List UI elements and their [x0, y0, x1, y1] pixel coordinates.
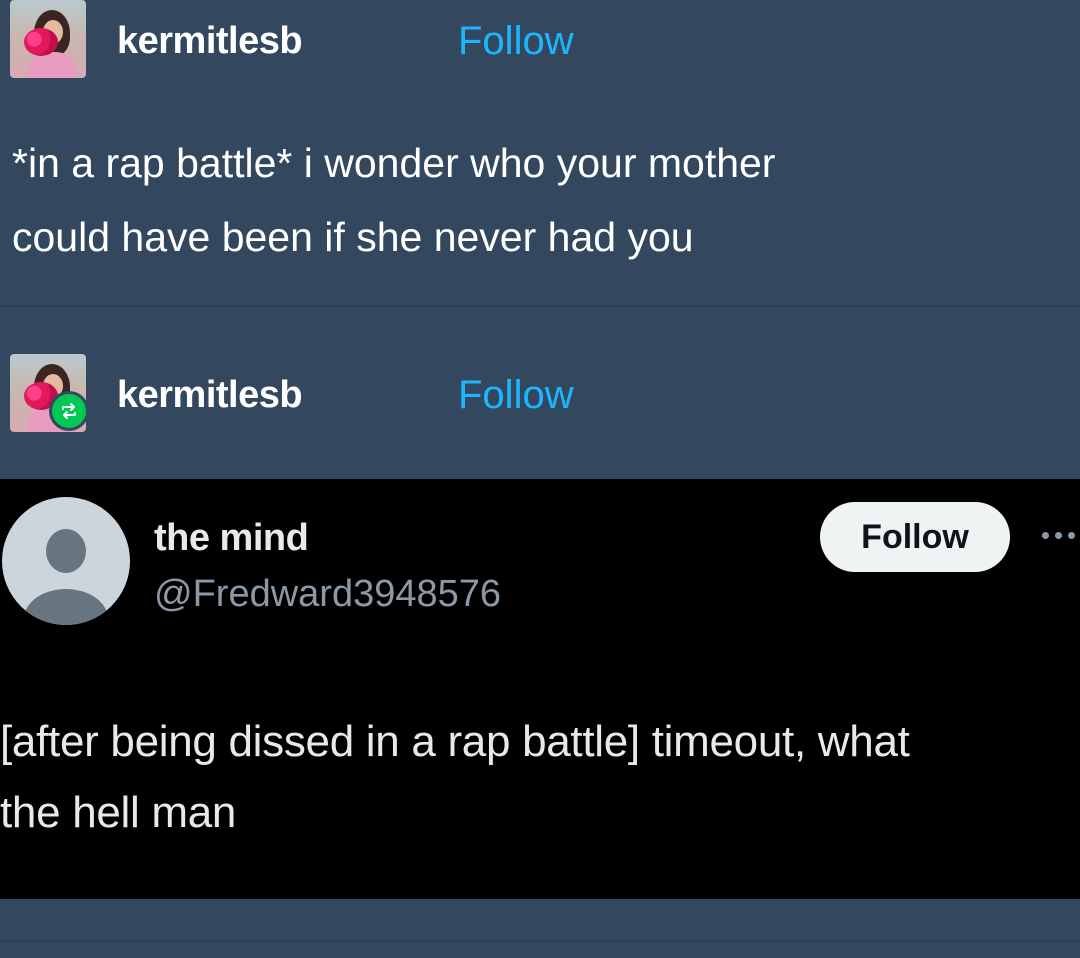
follow-button[interactable]: Follow: [458, 373, 574, 418]
avatar-flowers: [24, 28, 58, 56]
tweet-handle[interactable]: @Fredward3948576: [154, 573, 501, 616]
tweet-text: [after being dissed in a rap battle] tim…: [0, 706, 1078, 848]
follow-button[interactable]: Follow: [458, 19, 574, 64]
username[interactable]: kermitlesb: [117, 20, 303, 63]
reblog-icon: [49, 391, 89, 431]
tweet-text-line: [after being dissed in a rap battle] tim…: [0, 717, 910, 766]
embedded-tweet: the mind @Fredward3948576 Follow [after …: [0, 479, 1080, 899]
more-dot: [1068, 532, 1075, 539]
more-dot: [1055, 532, 1062, 539]
bottom-divider: [0, 940, 1080, 942]
avatar-head: [46, 529, 86, 573]
more-horizontal-icon[interactable]: [1040, 521, 1078, 551]
tweet-follow-button[interactable]: Follow: [820, 502, 1010, 572]
more-dot: [1042, 532, 1049, 539]
reblog-post-header: kermitlesb Follow: [0, 350, 1080, 440]
tweet-text-line: the hell man: [0, 788, 237, 837]
default-avatar-icon[interactable]: [2, 497, 130, 625]
post-text-line: could have been if she never had you: [12, 214, 694, 260]
username[interactable]: kermitlesb: [117, 374, 303, 417]
avatar-dress: [28, 52, 76, 78]
tweet-display-name[interactable]: the mind: [154, 517, 309, 560]
post-text: *in a rap battle* i wonder who your moth…: [12, 126, 1062, 274]
avatar-body: [24, 589, 108, 625]
post-divider: [0, 305, 1080, 307]
post-text-line: *in a rap battle* i wonder who your moth…: [12, 140, 776, 186]
user-avatar[interactable]: [10, 0, 86, 78]
original-post-header: kermitlesb Follow: [0, 0, 1080, 90]
